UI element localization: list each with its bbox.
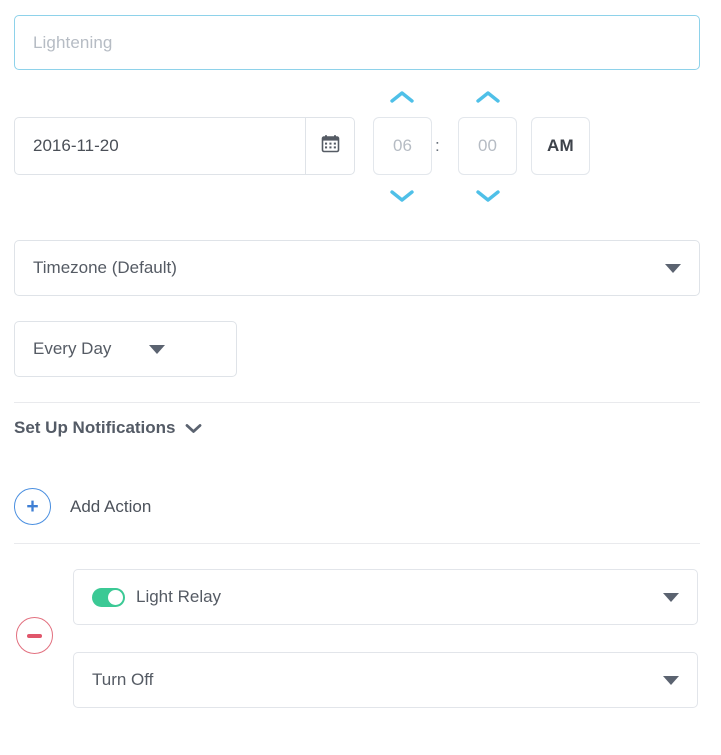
calendar-icon [321,134,340,158]
hour-input[interactable]: 06 [373,117,432,175]
action-device-select[interactable]: Light Relay [73,569,698,625]
add-action-button[interactable]: + Add Action [14,488,151,525]
caret-down-icon [665,263,681,273]
minute-input[interactable]: 00 [458,117,517,175]
action-device-value: Light Relay [136,587,222,606]
timezone-value: Timezone (Default) [33,258,177,277]
chevron-down-icon [390,189,414,203]
schedule-editor-panel: Lightening 2016-11-20 06: 00 AM Timezon… [0,0,721,755]
date-value[interactable]: 2016-11-20 [15,118,305,174]
action-device-label-group: Light Relay [92,587,663,607]
remove-action-button[interactable] [16,617,53,654]
caret-down-icon [149,344,166,354]
setup-notifications-label: Set Up Notifications [14,418,176,437]
schedule-name-input[interactable]: Lightening [14,15,700,70]
meridiem-value: AM [546,136,575,155]
minus-icon [27,633,42,638]
divider [14,543,700,544]
chevron-up-icon [476,90,500,104]
calendar-button[interactable] [305,118,354,174]
schedule-name-placeholder: Lightening [33,32,113,52]
action-command-value: Turn Off [92,670,154,689]
caret-down-icon [663,675,679,685]
minute-value: 00 [478,136,497,155]
device-power-toggle[interactable] [92,587,125,607]
toggle-knob [108,589,123,605]
hour-decrement-button[interactable] [387,187,417,204]
minute-increment-button[interactable] [473,88,503,105]
plus-icon[interactable]: + [14,488,51,525]
repeat-value: Every Day [33,339,112,358]
add-action-label: Add Action [70,496,152,516]
setup-notifications-toggle[interactable]: Set Up Notifications [14,418,202,438]
repeat-select[interactable]: Every Day [14,321,237,377]
meridiem-button[interactable]: AM [531,117,590,175]
date-field[interactable]: 2016-11-20 [14,117,355,175]
timezone-select[interactable]: Timezone (Default) [14,240,700,296]
caret-down-icon [663,592,679,602]
hour-value: 06 [393,136,412,155]
action-command-select[interactable]: Turn Off [73,652,698,708]
chevron-down-icon [185,423,202,434]
hour-increment-button[interactable] [387,88,417,105]
time-separator: : [435,136,440,155]
chevron-up-icon [390,90,414,104]
divider [14,402,700,403]
chevron-down-icon [476,189,500,203]
minute-decrement-button[interactable] [473,187,503,204]
